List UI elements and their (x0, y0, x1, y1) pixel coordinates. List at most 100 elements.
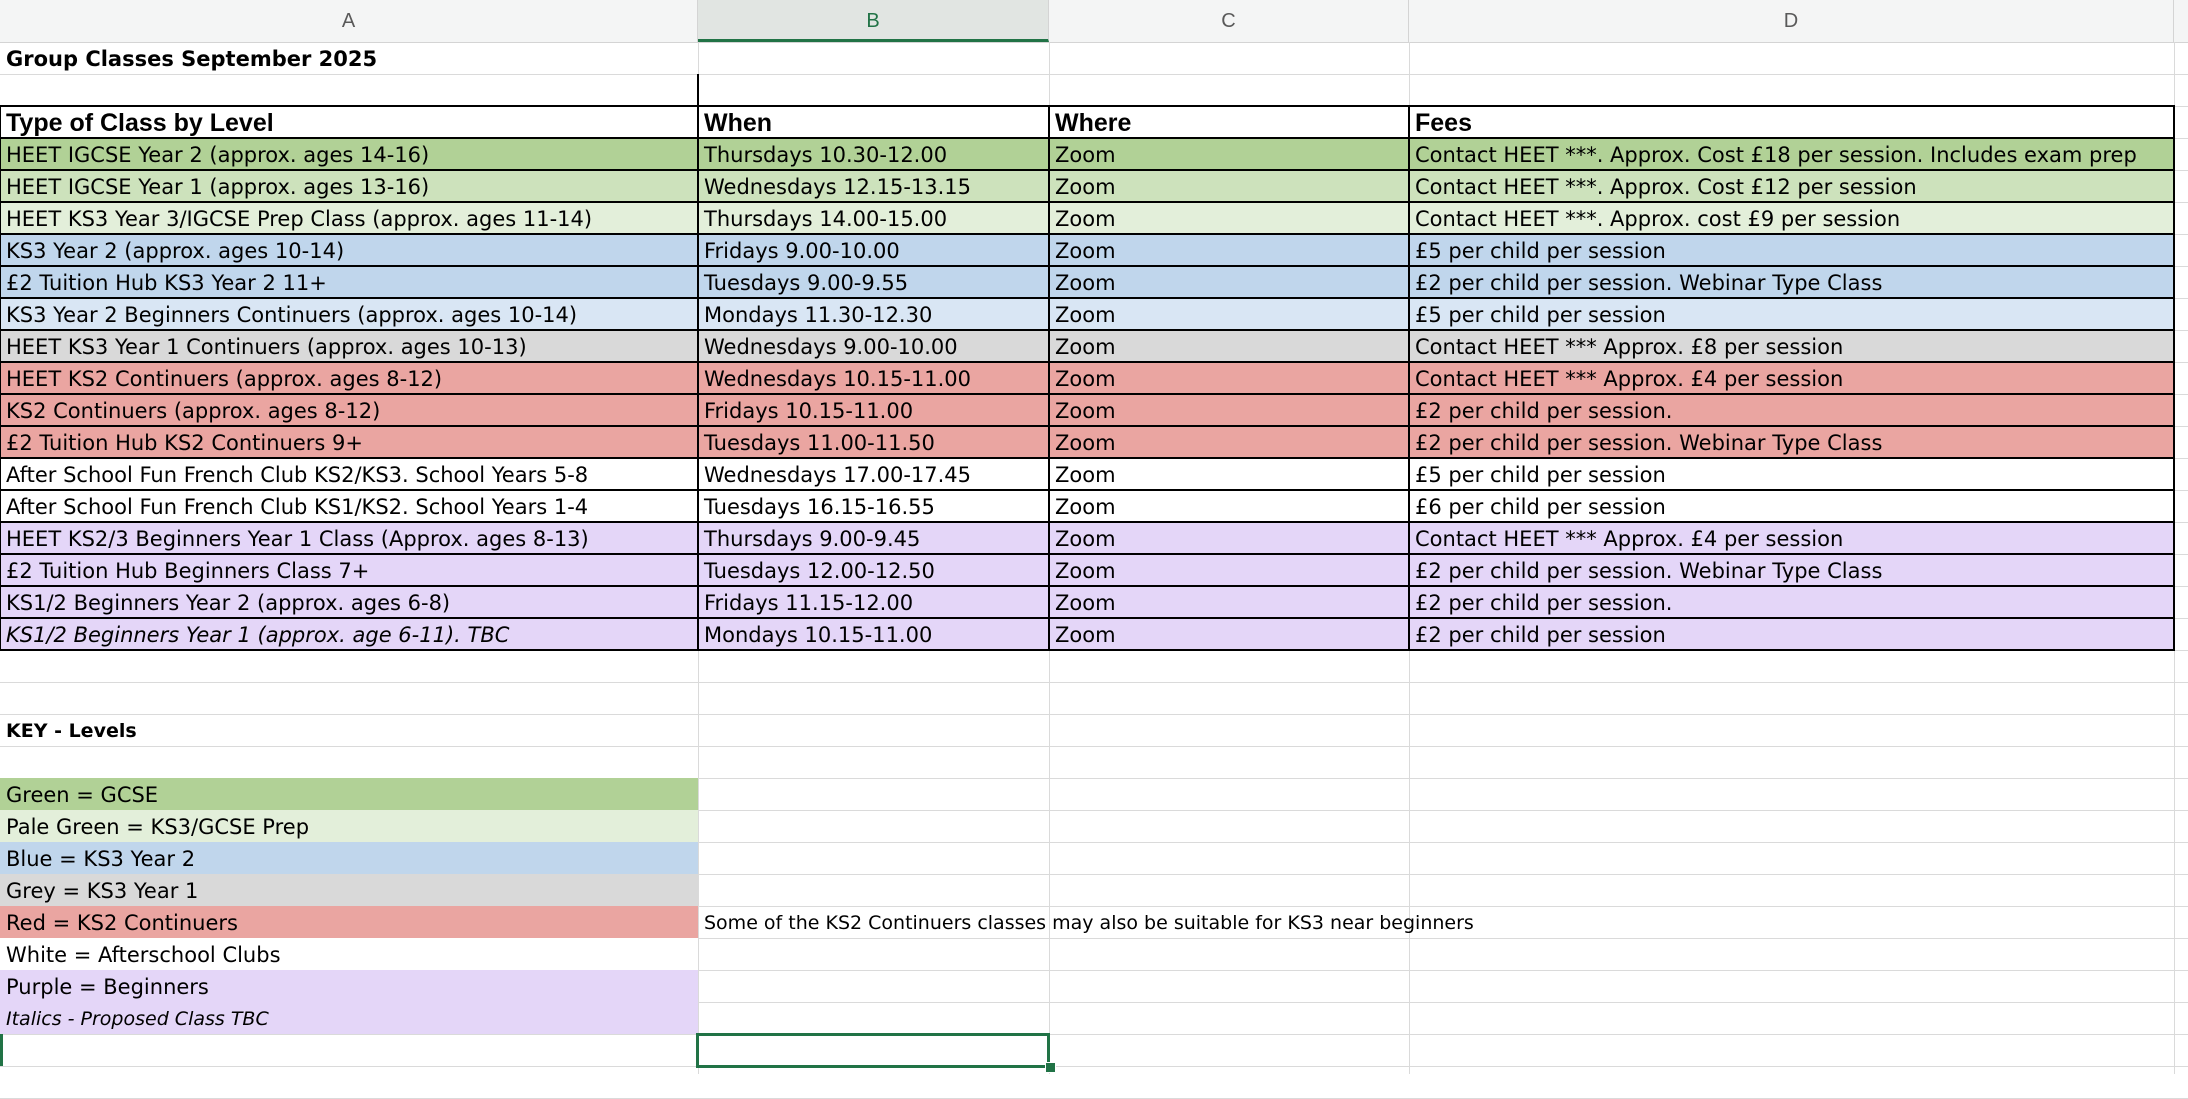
key-item-2[interactable]: Pale Green = KS3/GCSE Prep (0, 810, 698, 842)
table-border-h (0, 137, 2174, 139)
grid-hline (0, 682, 2188, 683)
table-row-7-when[interactable]: Wednesdays 9.00-10.00 (698, 330, 1049, 362)
table-border-h (0, 489, 2174, 491)
table-row-11-when[interactable]: Wednesdays 17.00-17.45 (698, 458, 1049, 490)
table-row-16-fees[interactable]: £2 per child per session (1409, 618, 2174, 650)
table-row-14-class[interactable]: £2 Tuition Hub Beginners Class 7+ (0, 554, 698, 586)
table-border-h (0, 393, 2174, 395)
table-row-1-where[interactable]: Zoom (1049, 138, 1409, 170)
table-border-v (1048, 105, 1050, 651)
table-header-1[interactable]: When (698, 106, 1049, 138)
table-row-15-where[interactable]: Zoom (1049, 586, 1409, 618)
table-row-10-fees[interactable]: £2 per child per session. Webinar Type C… (1409, 426, 2174, 458)
table-row-2-class[interactable]: HEET IGCSE Year 1 (approx. ages 13-16) (0, 170, 698, 202)
table-row-10-when[interactable]: Tuesdays 11.00-11.50 (698, 426, 1049, 458)
table-row-12-class[interactable]: After School Fun French Club KS1/KS2. Sc… (0, 490, 698, 522)
table-border-v (1408, 105, 1410, 651)
table-row-12-fees[interactable]: £6 per child per session (1409, 490, 2174, 522)
sheet-title-cell[interactable]: Group Classes September 2025 (0, 42, 698, 74)
table-row-12-when[interactable]: Tuesdays 16.15-16.55 (698, 490, 1049, 522)
table-row-15-fees[interactable]: £2 per child per session. (1409, 586, 2174, 618)
table-row-10-class[interactable]: £2 Tuition Hub KS2 Continuers 9+ (0, 426, 698, 458)
column-header-c[interactable]: C (1049, 0, 1409, 42)
table-row-10-where[interactable]: Zoom (1049, 426, 1409, 458)
table-row-11-class[interactable]: After School Fun French Club KS2/KS3. Sc… (0, 458, 698, 490)
table-border-h (0, 457, 2174, 459)
table-header-2[interactable]: Where (1049, 106, 1409, 138)
table-row-9-when[interactable]: Fridays 10.15-11.00 (698, 394, 1049, 426)
table-row-7-where[interactable]: Zoom (1049, 330, 1409, 362)
table-row-14-fees[interactable]: £2 per child per session. Webinar Type C… (1409, 554, 2174, 586)
table-row-1-class[interactable]: HEET IGCSE Year 2 (approx. ages 14-16) (0, 138, 698, 170)
table-row-2-when[interactable]: Wednesdays 12.15-13.15 (698, 170, 1049, 202)
table-row-7-class[interactable]: HEET KS3 Year 1 Continuers (approx. ages… (0, 330, 698, 362)
table-border-h (0, 297, 2174, 299)
table-row-2-where[interactable]: Zoom (1049, 170, 1409, 202)
table-row-7-fees[interactable]: Contact HEET *** Approx. £8 per session (1409, 330, 2174, 362)
key-note-cell[interactable]: Some of the KS2 Continuers classes may a… (698, 906, 2174, 938)
table-row-5-when[interactable]: Tuesdays 9.00-9.55 (698, 266, 1049, 298)
table-header-3[interactable]: Fees (1409, 106, 2174, 138)
table-row-4-where[interactable]: Zoom (1049, 234, 1409, 266)
table-row-4-class[interactable]: KS3 Year 2 (approx. ages 10-14) (0, 234, 698, 266)
key-item-8[interactable]: Italics - Proposed Class TBC (0, 1002, 698, 1034)
table-row-11-where[interactable]: Zoom (1049, 458, 1409, 490)
table-row-13-class[interactable]: HEET KS2/3 Beginners Year 1 Class (Appro… (0, 522, 698, 554)
column-header-d[interactable]: D (1409, 0, 2174, 42)
table-row-1-when[interactable]: Thursdays 10.30-12.00 (698, 138, 1049, 170)
table-row-11-fees[interactable]: £5 per child per session (1409, 458, 2174, 490)
key-item-5[interactable]: Red = KS2 Continuers (0, 906, 698, 938)
table-border-h (0, 233, 2174, 235)
table-row-12-where[interactable]: Zoom (1049, 490, 1409, 522)
key-item-6[interactable]: White = Afterschool Clubs (0, 938, 698, 970)
table-row-5-fees[interactable]: £2 per child per session. Webinar Type C… (1409, 266, 2174, 298)
table-row-16-class[interactable]: KS1/2 Beginners Year 1 (approx. age 6-11… (0, 618, 698, 650)
key-item-4[interactable]: Grey = KS3 Year 1 (0, 874, 698, 906)
column-header-a[interactable]: A (0, 0, 698, 42)
table-row-5-class[interactable]: £2 Tuition Hub KS3 Year 2 11+ (0, 266, 698, 298)
table-row-6-class[interactable]: KS3 Year 2 Beginners Continuers (approx.… (0, 298, 698, 330)
table-row-2-fees[interactable]: Contact HEET ***. Approx. Cost £12 per s… (1409, 170, 2174, 202)
key-title-cell[interactable]: KEY - Levels (0, 714, 698, 746)
spreadsheet[interactable]: ABCD Group Classes September 2025 Type of… (0, 0, 2188, 1099)
table-row-6-where[interactable]: Zoom (1049, 298, 1409, 330)
key-item-3[interactable]: Blue = KS3 Year 2 (0, 842, 698, 874)
table-row-5-where[interactable]: Zoom (1049, 266, 1409, 298)
table-row-6-fees[interactable]: £5 per child per session (1409, 298, 2174, 330)
table-header-0[interactable]: Type of Class by Level (0, 106, 698, 138)
table-row-4-fees[interactable]: £5 per child per session (1409, 234, 2174, 266)
table-row-8-where[interactable]: Zoom (1049, 362, 1409, 394)
fill-handle[interactable] (1045, 1062, 1056, 1073)
table-row-9-where[interactable]: Zoom (1049, 394, 1409, 426)
table-row-13-when[interactable]: Thursdays 9.00-9.45 (698, 522, 1049, 554)
table-row-16-when[interactable]: Mondays 10.15-11.00 (698, 618, 1049, 650)
table-row-13-fees[interactable]: Contact HEET *** Approx. £4 per session (1409, 522, 2174, 554)
table-row-9-fees[interactable]: £2 per child per session. (1409, 394, 2174, 426)
selected-cell[interactable] (696, 1033, 1050, 1068)
table-border-h (0, 425, 2174, 427)
table-row-3-when[interactable]: Thursdays 14.00-15.00 (698, 202, 1049, 234)
table-row-6-when[interactable]: Mondays 11.30-12.30 (698, 298, 1049, 330)
table-row-14-when[interactable]: Tuesdays 12.00-12.50 (698, 554, 1049, 586)
table-row-15-when[interactable]: Fridays 11.15-12.00 (698, 586, 1049, 618)
table-row-8-fees[interactable]: Contact HEET *** Approx. £4 per session (1409, 362, 2174, 394)
grid-hline (0, 74, 2188, 75)
table-row-9-class[interactable]: KS2 Continuers (approx. ages 8-12) (0, 394, 698, 426)
table-row-3-fees[interactable]: Contact HEET ***. Approx. cost £9 per se… (1409, 202, 2174, 234)
table-row-15-class[interactable]: KS1/2 Beginners Year 2 (approx. ages 6-8… (0, 586, 698, 618)
table-row-14-where[interactable]: Zoom (1049, 554, 1409, 586)
table-row-4-when[interactable]: Fridays 9.00-10.00 (698, 234, 1049, 266)
table-border-h (0, 553, 2174, 555)
table-border-h (0, 361, 2174, 363)
table-row-1-fees[interactable]: Contact HEET ***. Approx. Cost £18 per s… (1409, 138, 2174, 170)
table-border-v (0, 105, 1, 651)
table-row-13-where[interactable]: Zoom (1049, 522, 1409, 554)
table-row-3-where[interactable]: Zoom (1049, 202, 1409, 234)
table-row-8-class[interactable]: HEET KS2 Continuers (approx. ages 8-12) (0, 362, 698, 394)
key-item-1[interactable]: Green = GCSE (0, 778, 698, 810)
table-row-8-when[interactable]: Wednesdays 10.15-11.00 (698, 362, 1049, 394)
column-header-b[interactable]: B (698, 0, 1049, 42)
key-item-7[interactable]: Purple = Beginners (0, 970, 698, 1002)
table-row-3-class[interactable]: HEET KS3 Year 3/IGCSE Prep Class (approx… (0, 202, 698, 234)
table-row-16-where[interactable]: Zoom (1049, 618, 1409, 650)
